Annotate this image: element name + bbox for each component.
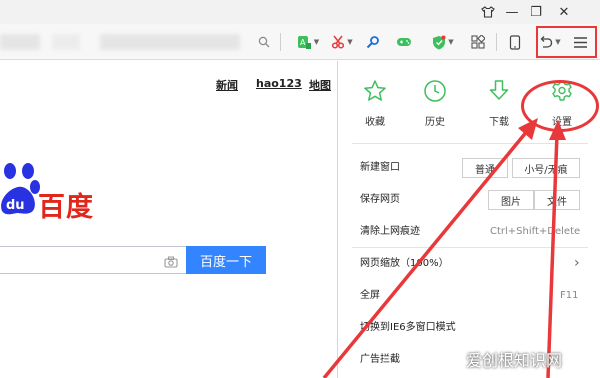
annotation-arrows <box>322 118 566 378</box>
watermark-text: 爱创根知识网 <box>466 351 563 370</box>
browser-window: — ❐ ✕ A ▼ ▼ ▼ ▼ 新闻 hao123 地图 du 百度 百度一下 … <box>0 0 600 378</box>
